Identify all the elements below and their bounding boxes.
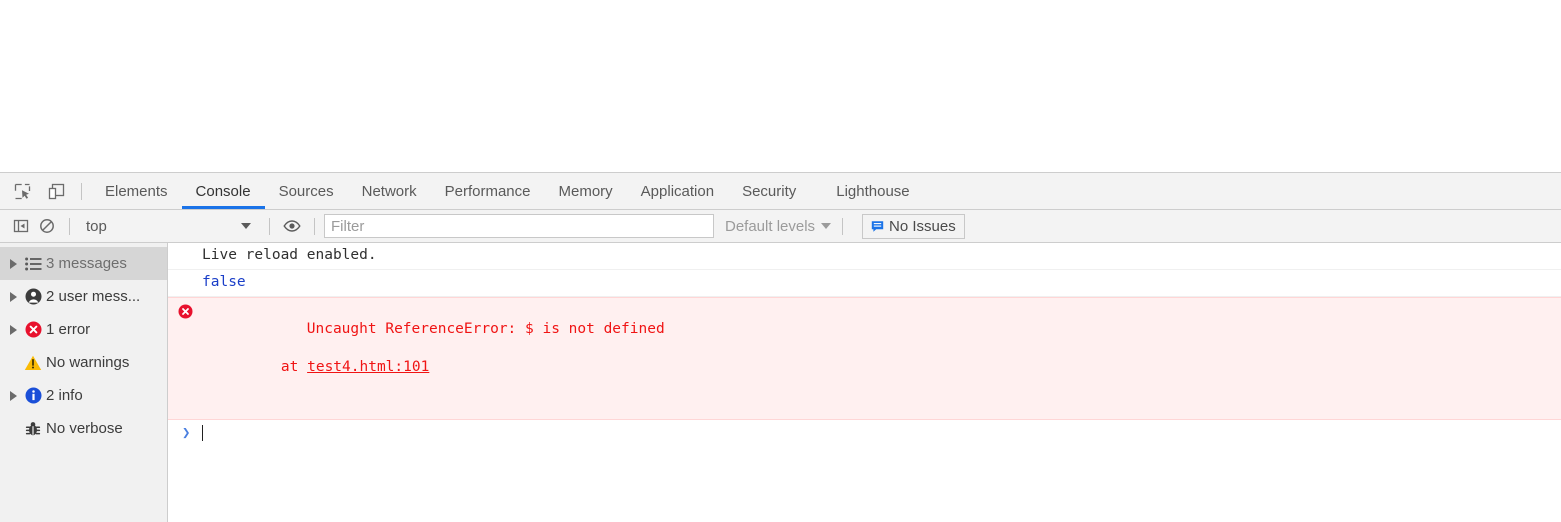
tab-elements[interactable]: Elements	[91, 173, 182, 209]
tab-label: Security	[742, 182, 797, 200]
sidebar-item-label: 1 error	[46, 321, 91, 338]
tab-security[interactable]: Security	[728, 173, 810, 209]
console-message-text: false	[202, 274, 246, 290]
device-toolbar-icon[interactable]	[42, 177, 70, 205]
issues-button[interactable]: No Issues	[862, 213, 965, 239]
console-message-log: Live reload enabled.	[168, 243, 1561, 270]
tab-memory[interactable]: Memory	[545, 173, 627, 209]
console-toolbar: top Default levels	[0, 210, 1561, 243]
user-message-icon	[20, 288, 46, 305]
tab-performance[interactable]: Performance	[431, 173, 545, 209]
devtools-tab-list: Elements Console Sources Network Perform…	[91, 173, 924, 209]
log-levels-select[interactable]: Default levels	[725, 217, 832, 235]
stack-source-link[interactable]: test4.html:101	[307, 359, 429, 375]
list-messages-icon	[20, 257, 46, 271]
text-caret	[202, 425, 204, 441]
console-message-text: Live reload enabled.	[202, 247, 377, 263]
stack-prefix: at	[246, 359, 308, 375]
sidebar-item-label: No verbose	[46, 420, 123, 437]
error-circle-icon	[178, 304, 193, 319]
tab-lighthouse[interactable]: Lighthouse	[822, 173, 923, 209]
issues-label: No Issues	[889, 217, 956, 235]
toolbar-divider	[314, 217, 315, 235]
tab-label: Sources	[278, 182, 334, 200]
log-levels-label: Default levels	[725, 217, 816, 235]
chevron-down-icon	[241, 223, 251, 229]
expand-triangle-icon[interactable]	[6, 390, 20, 401]
console-error-body: Uncaught ReferenceError: $ is not define…	[168, 301, 1561, 415]
sidebar-item-label: 2 info	[46, 387, 83, 404]
devtools-panel: Elements Console Sources Network Perform…	[0, 172, 1561, 522]
tab-label: Performance	[444, 182, 531, 200]
tab-label: Application	[640, 182, 715, 200]
console-body: 3 messages 2 user mess... 1 error No war…	[0, 243, 1561, 522]
tab-network[interactable]: Network	[348, 173, 431, 209]
error-circle-icon	[20, 321, 46, 338]
tab-label: Network	[361, 182, 417, 200]
prompt-chevron-icon: ❯	[182, 425, 191, 441]
console-filter-input[interactable]	[324, 214, 714, 238]
warning-triangle-icon	[20, 355, 46, 371]
bug-verbose-icon	[20, 421, 46, 437]
tab-console[interactable]: Console	[181, 173, 265, 209]
live-expression-eye-icon[interactable]	[279, 213, 305, 239]
tab-application[interactable]: Application	[627, 173, 728, 209]
tab-label: Lighthouse	[836, 182, 910, 200]
sidebar-item-errors[interactable]: 1 error	[0, 313, 167, 346]
chevron-down-icon	[821, 223, 832, 229]
devtools-screenshot: Elements Console Sources Network Perform…	[0, 0, 1561, 522]
info-circle-icon	[20, 387, 46, 404]
expand-triangle-icon[interactable]	[6, 258, 20, 269]
sidebar-item-warnings[interactable]: No warnings	[0, 346, 167, 379]
sidebar-item-label: No warnings	[46, 354, 130, 371]
console-error-text: Uncaught ReferenceError: $ is not define…	[306, 321, 665, 337]
execution-context-value: top	[86, 217, 107, 235]
sidebar-item-info[interactable]: 2 info	[0, 379, 167, 412]
issues-speech-bubble-icon	[871, 220, 884, 233]
toolbar-divider	[269, 217, 270, 235]
sidebar-item-label: 3 messages	[46, 255, 127, 272]
expand-triangle-icon[interactable]	[6, 291, 20, 302]
console-message-error: Uncaught ReferenceError: $ is not define…	[168, 297, 1561, 420]
tab-label: Memory	[558, 182, 613, 200]
expand-triangle-icon[interactable]	[6, 324, 20, 335]
toolbar-divider	[69, 217, 70, 235]
devtools-tabbar: Elements Console Sources Network Perform…	[0, 173, 1561, 210]
console-output: Live reload enabled. false Uncaught Refe…	[168, 243, 1561, 522]
inspect-element-icon[interactable]	[8, 177, 36, 205]
tab-label: Console	[195, 182, 251, 200]
sidebar-item-label: 2 user mess...	[46, 288, 141, 305]
toolbar-divider	[842, 217, 844, 235]
sidebar-item-messages[interactable]: 3 messages	[0, 247, 167, 280]
console-message-value: false	[168, 270, 1561, 297]
page-viewport	[0, 0, 1561, 172]
clear-console-icon[interactable]	[34, 213, 60, 239]
sidebar-item-verbose[interactable]: No verbose	[0, 412, 167, 445]
execution-context-select[interactable]: top	[79, 214, 260, 238]
console-error-stack: at test4.html:101	[202, 358, 1561, 377]
console-sidebar: 3 messages 2 user mess... 1 error No war…	[0, 243, 168, 522]
sidebar-item-user-messages[interactable]: 2 user mess...	[0, 280, 167, 313]
show-console-sidebar-icon[interactable]	[8, 213, 34, 239]
tab-label: Elements	[105, 182, 168, 200]
console-prompt[interactable]: ❯	[168, 420, 1561, 446]
toolbar-divider	[81, 182, 82, 200]
tab-sources[interactable]: Sources	[265, 173, 348, 209]
